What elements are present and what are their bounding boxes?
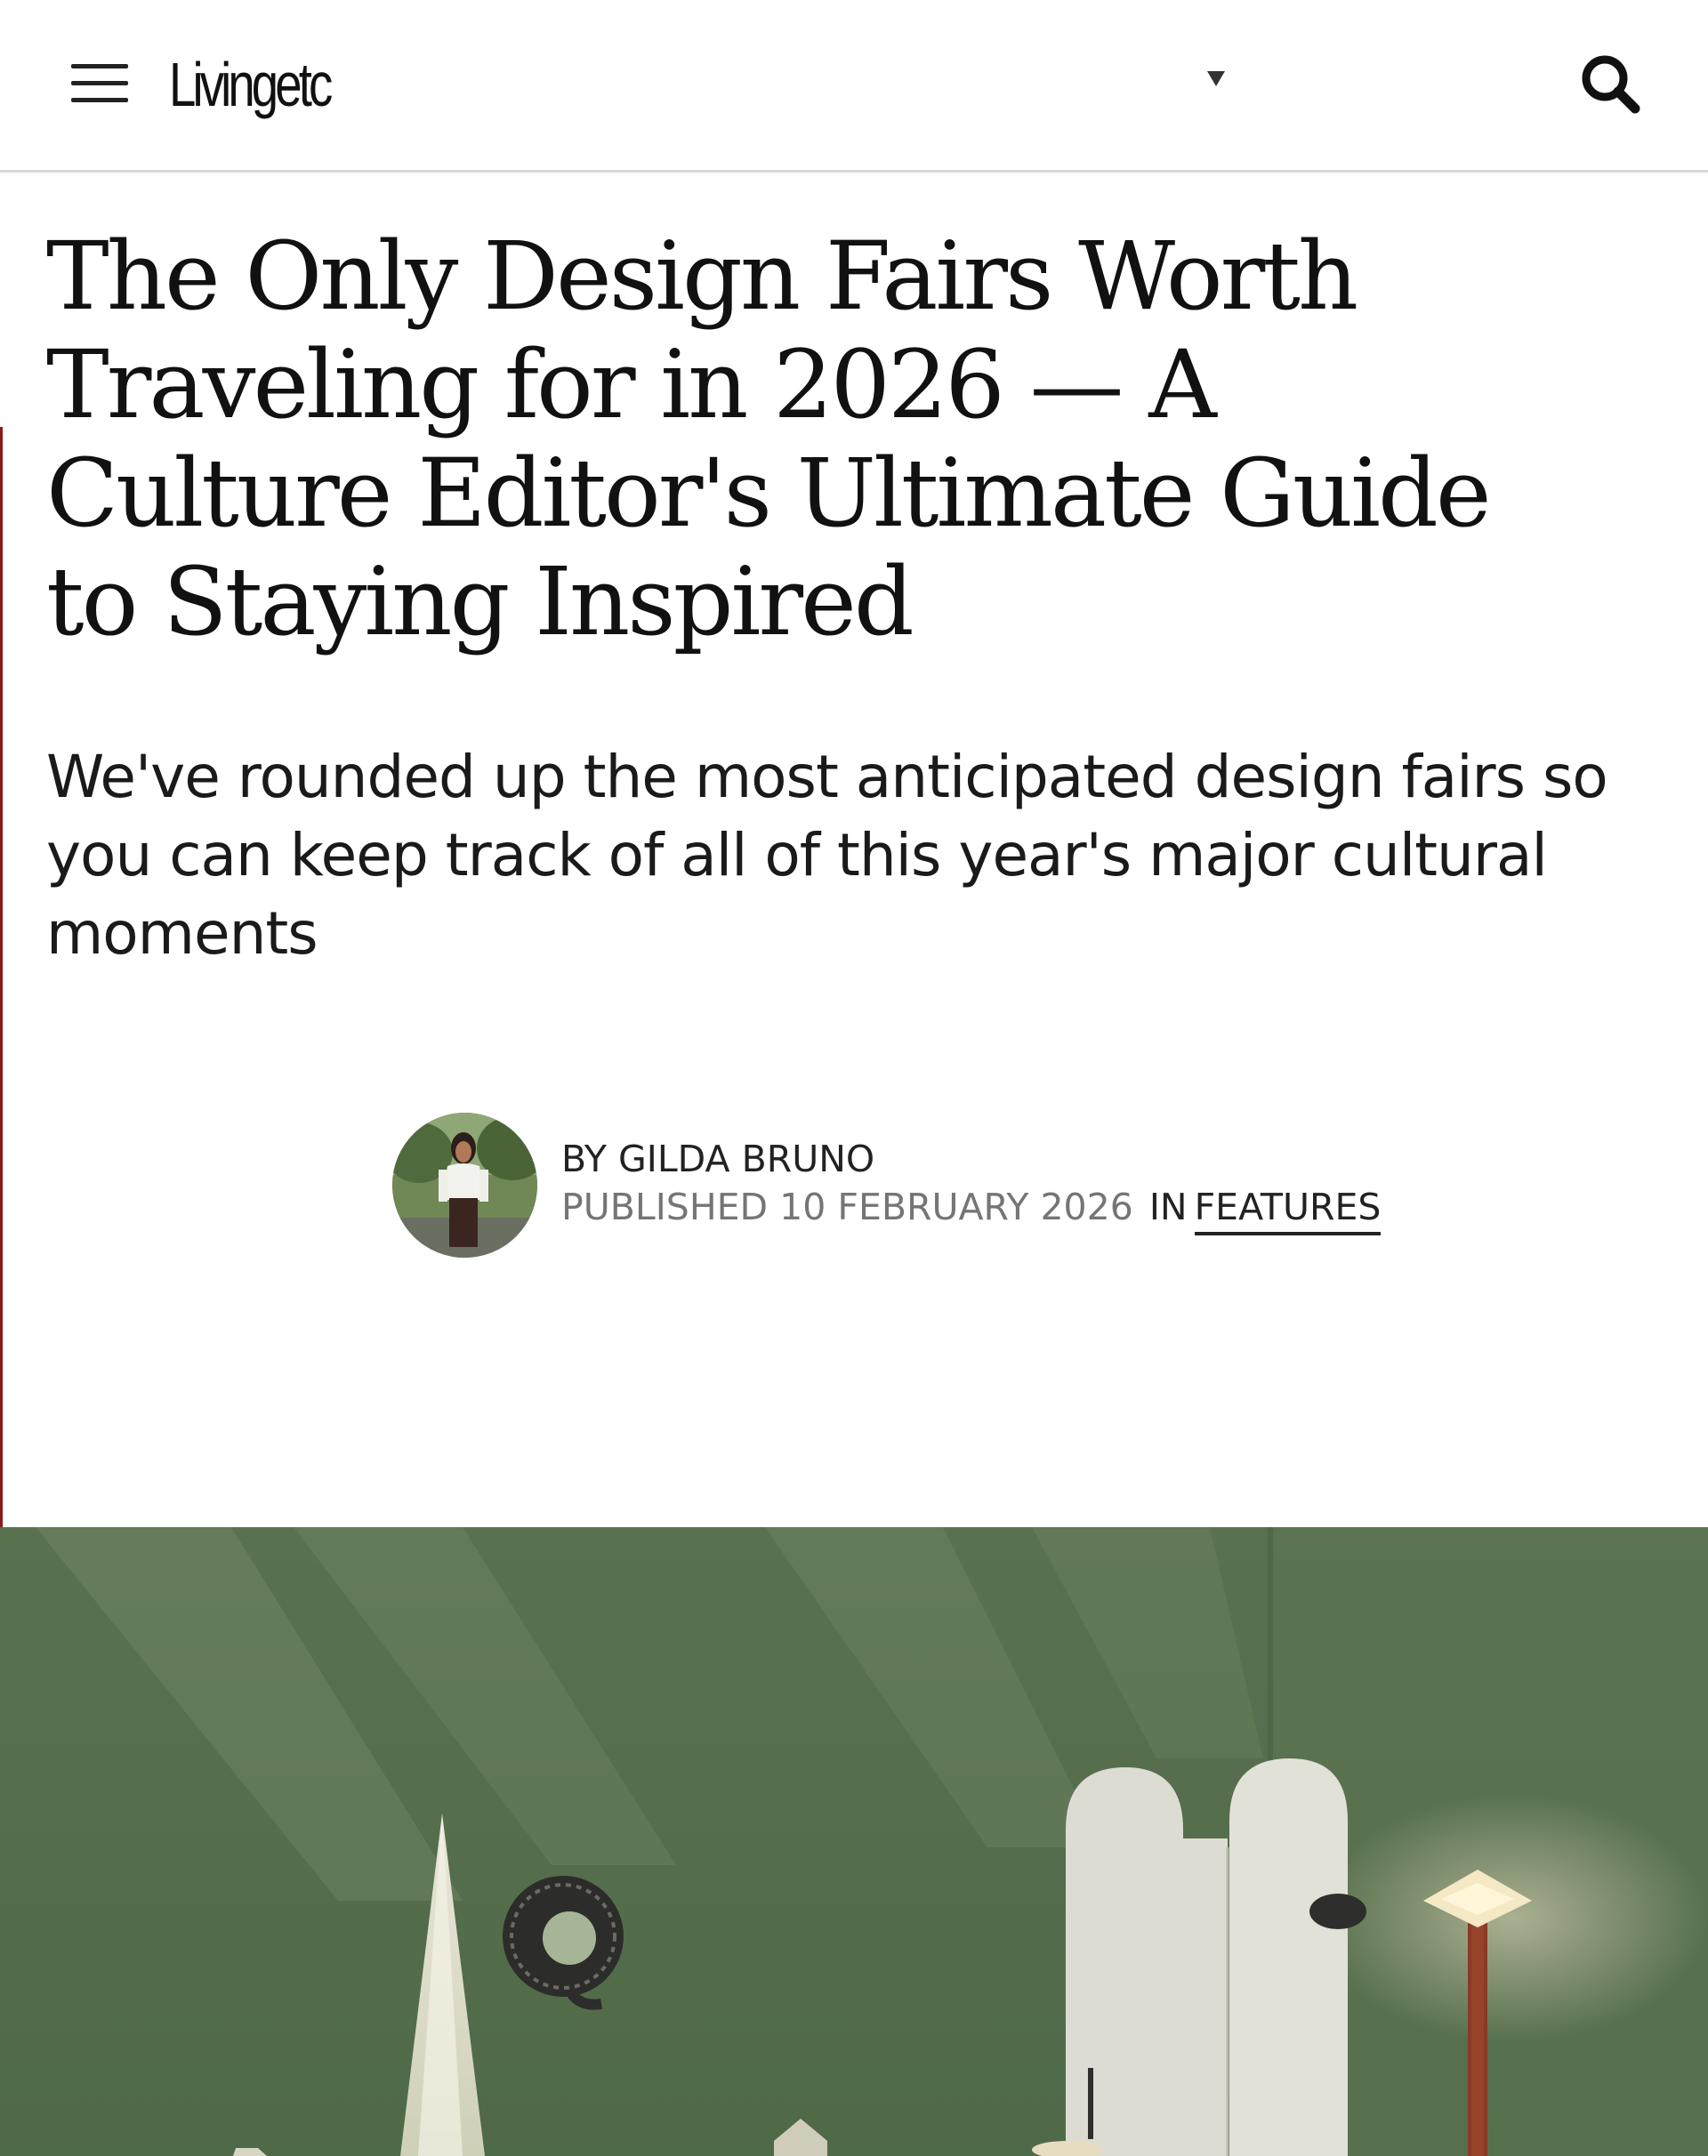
article-headline: The Only Design Fairs Worth Traveling fo… — [46, 221, 1492, 656]
byline-meta: PUBLISHED 10 FEBRUARY 2026 IN FEATURES — [561, 1185, 1382, 1235]
section-link-features[interactable]: FEATURES — [1194, 1186, 1382, 1235]
site-logo[interactable]: Livingetc — [169, 44, 333, 125]
hero-image — [0, 1527, 1708, 2156]
published-date: PUBLISHED 10 FEBRUARY 2026 — [561, 1186, 1133, 1228]
byline-author[interactable]: BY GILDA BRUNO — [561, 1137, 874, 1181]
left-accent-line — [0, 427, 3, 1530]
caret-down-icon[interactable] — [1207, 71, 1225, 86]
author-avatar[interactable] — [392, 1113, 537, 1258]
article-standfirst: We've rounded up the most anticipated de… — [46, 743, 1608, 968]
byline-in-label: IN — [1148, 1186, 1188, 1228]
site-header: Livingetc — [0, 0, 1708, 173]
hamburger-menu-icon[interactable] — [71, 64, 128, 105]
search-icon[interactable] — [1578, 52, 1642, 116]
